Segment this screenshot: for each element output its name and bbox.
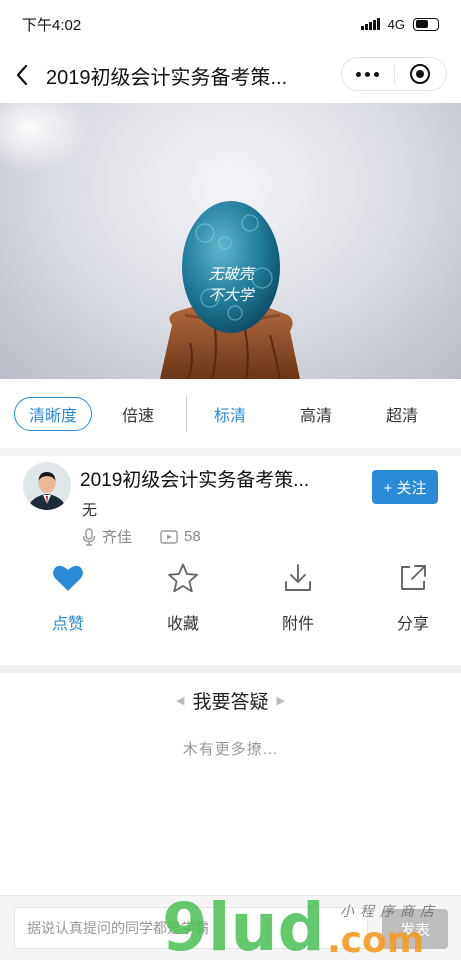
comment-bar: 据说认真提问的同学都是学霸 发表 <box>0 895 461 960</box>
play-info: 58 <box>160 528 201 545</box>
target-icon <box>410 64 431 84</box>
teacher-avatar-icon <box>23 462 71 510</box>
share-button[interactable]: 分享 <box>365 560 461 634</box>
action-row: 点赞 收藏 附件 分享 <box>0 560 461 634</box>
like-button[interactable]: 点赞 <box>20 560 116 634</box>
egg-text-line1: 无破壳 <box>208 265 255 283</box>
nav-bar: 2019初级会计实务备考策... <box>0 48 461 102</box>
left-triangle-icon: ◀ <box>176 695 185 707</box>
back-button[interactable] <box>0 48 44 102</box>
play-count-icon <box>160 529 178 544</box>
download-icon <box>285 564 311 591</box>
status-time: 下午4:02 <box>22 16 82 34</box>
attachment-label: 附件 <box>281 616 314 633</box>
course-meta: 齐佳 58 <box>82 526 229 547</box>
egg-text-line2: 不大学 <box>208 286 255 304</box>
attachment-button[interactable]: 附件 <box>250 560 346 634</box>
star-icon <box>168 563 198 593</box>
battery-icon <box>413 17 439 31</box>
quality-option-hd[interactable]: 高清 <box>273 402 359 426</box>
comment-input[interactable]: 据说认真提问的同学都是学霸 <box>14 907 368 949</box>
share-label: 分享 <box>396 616 429 633</box>
course-title: 2019初级会计实务备考策... <box>80 470 310 491</box>
favorite-label: 收藏 <box>166 616 199 633</box>
signal-icon <box>360 18 380 30</box>
close-miniprogram-button[interactable] <box>395 58 447 90</box>
qa-title: 我要答疑 <box>192 692 269 713</box>
share-icon <box>401 565 426 590</box>
more-button[interactable] <box>342 58 394 90</box>
section-divider <box>0 448 461 456</box>
avatar[interactable] <box>23 462 71 510</box>
course-info: 2019初级会计实务备考策... + 关注 无 齐佳 58 点赞 收藏 附件 分… <box>0 456 461 661</box>
right-triangle-icon: ▶ <box>276 695 285 707</box>
favorite-button[interactable]: 收藏 <box>135 560 231 634</box>
teacher-name: 齐佳 <box>102 529 133 546</box>
course-description: 无 <box>82 502 98 519</box>
teacher-info: 齐佳 <box>82 526 132 547</box>
qa-empty-text: 木有更多撩... <box>182 741 279 758</box>
send-button[interactable]: 发表 <box>382 909 448 949</box>
status-bar: 下午4:02 4G <box>0 0 461 48</box>
section-divider-2 <box>0 665 461 673</box>
microphone-icon <box>82 527 96 546</box>
video-player[interactable]: 无破壳 不大学 <box>0 103 461 379</box>
network-type: 4G <box>387 16 405 32</box>
speed-button[interactable]: 倍速 <box>98 402 178 426</box>
more-dots-icon <box>356 71 380 77</box>
quality-option-fhd[interactable]: 超清 <box>359 402 445 426</box>
page-title: 2019初级会计实务备考策... <box>46 66 288 89</box>
chevron-left-icon <box>16 64 28 86</box>
quality-option-sd[interactable]: 标清 <box>187 402 273 426</box>
clarity-button[interactable]: 清晰度 <box>14 397 92 431</box>
mini-program-capsule <box>341 57 447 91</box>
play-count: 58 <box>184 528 201 545</box>
qa-section-title: ◀ 我要答疑 ▶ <box>0 687 461 714</box>
egg-illustration: 无破壳 不大学 <box>160 201 300 379</box>
like-label: 点赞 <box>51 616 84 633</box>
heart-icon <box>53 565 83 591</box>
quality-bar: 清晰度 倍速 标清 高清 超清 <box>0 380 461 448</box>
follow-button[interactable]: + 关注 <box>372 470 438 504</box>
status-indicators: 4G <box>360 16 439 32</box>
